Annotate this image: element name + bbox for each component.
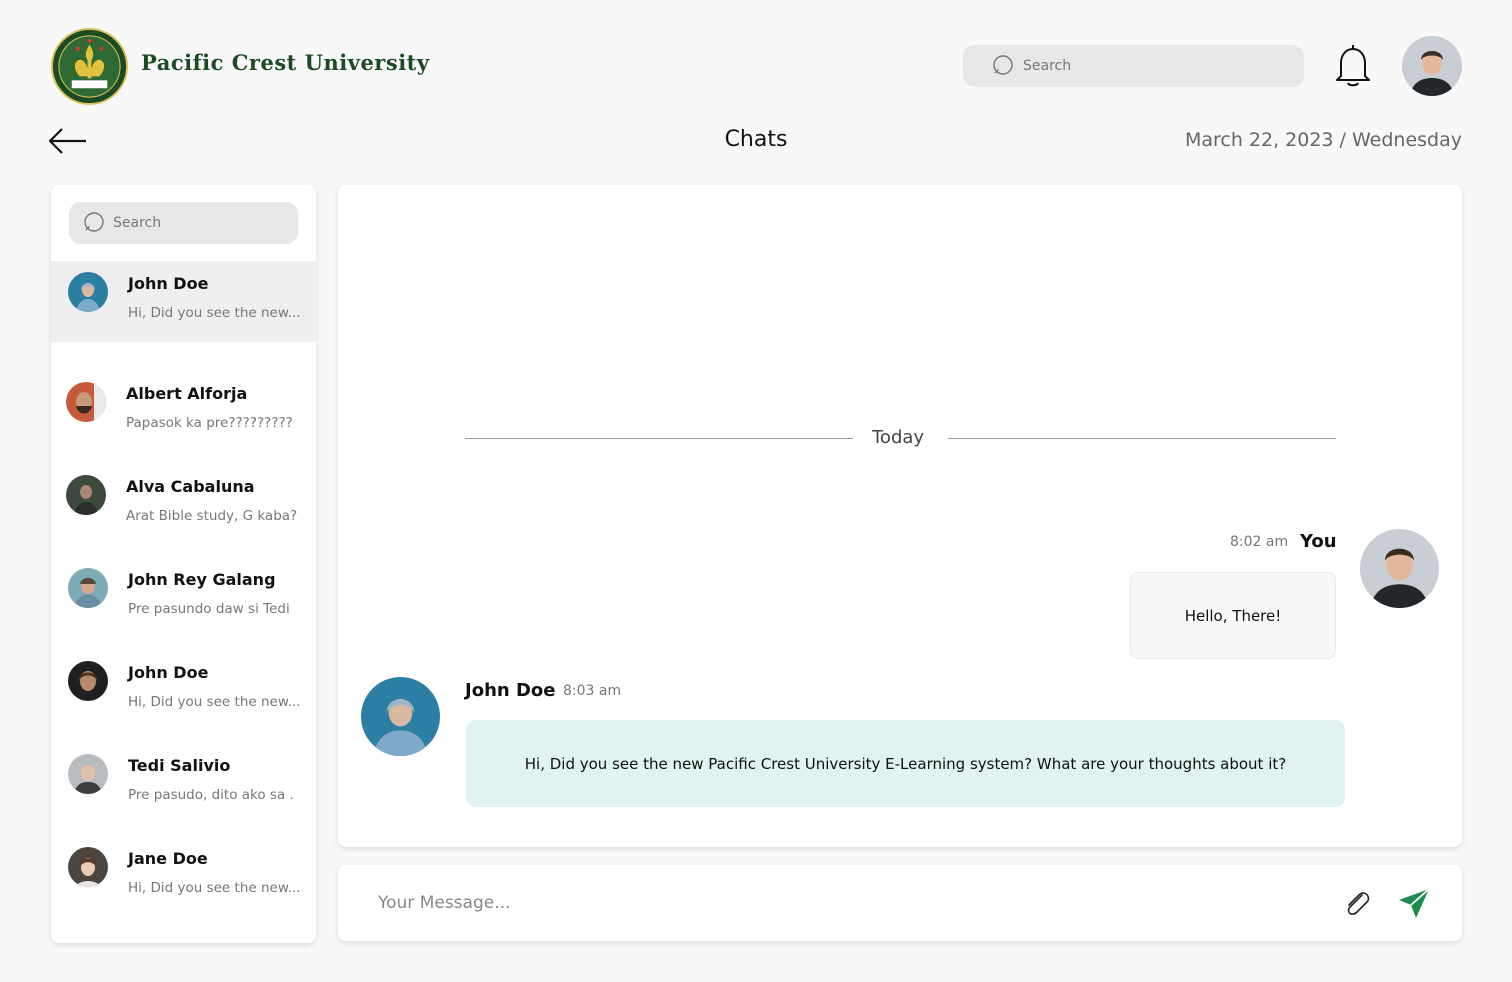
chat-contact-name: Albert Alforja [126,384,248,403]
chat-list-item[interactable]: John Doe Hi, Did you see the new... [51,261,316,342]
chat-preview-text: Hi, Did you see the new... [128,694,301,710]
chat-list-item[interactable]: Alva Cabaluna Arat Bible study, G kaba? [51,464,316,545]
avatar [68,272,108,312]
chat-preview-text: Hi, Did you see the new... [128,305,301,321]
divider-right [948,438,1336,439]
notification-button[interactable] [1333,43,1373,89]
current-date: March 22, 2023 / Wednesday [1184,129,1462,151]
send-icon [1399,888,1430,918]
day-separator-label: Today [872,427,925,448]
message-input[interactable] [378,883,1278,923]
university-crest-logo [50,27,129,106]
message-sender: John Doe [465,680,556,701]
send-button[interactable] [1396,886,1432,922]
chat-preview-text: Pre pasundo daw si Tedi [128,601,290,617]
chat-list-item[interactable]: John Rey Galang Pre pasundo daw si Tedi [51,557,316,638]
chat-preview-text: Pre pasudo, dito ako sa . [128,787,294,803]
avatar [66,382,106,422]
chat-list-item[interactable]: Jane Doe Hi, Did you see the new... [51,836,316,917]
chat-list-sidebar: Search John Doe Hi, Did you see the new.… [51,185,316,943]
avatar [68,754,108,794]
avatar [68,661,108,701]
search-icon [993,55,1013,75]
avatar [361,677,440,756]
message-composer [338,865,1462,941]
chat-contact-name: Tedi Salivio [128,756,231,775]
chat-list-item[interactable]: Tedi Salivio Pre pasudo, dito ako sa . [51,743,316,824]
chat-preview-text: Papasok ka pre????????? [126,415,293,431]
university-logo[interactable] [50,27,129,106]
avatar [68,847,108,887]
incoming-message-bubble: Hi, Did you see the new Pacific Crest Un… [466,720,1345,807]
chat-contact-name: John Doe [128,663,209,682]
bell-icon [1336,45,1370,87]
avatar [1402,36,1462,96]
outgoing-message-bubble: Hello, There! [1130,572,1336,659]
brand-name: Pacific Crest University [141,50,430,75]
header-search-placeholder: Search [1023,58,1072,74]
message-timestamp: 8:03 am [563,683,622,699]
profile-avatar[interactable] [1402,36,1462,96]
chat-contact-name: John Rey Galang [128,570,276,589]
chat-list-item[interactable]: Albert Alforja Papasok ka pre????????? [51,371,316,452]
chat-list-item[interactable]: John Doe Hi, Did you see the new... [51,650,316,731]
header-search-input[interactable]: Search [963,45,1304,87]
attach-button[interactable] [1340,887,1374,921]
chat-search-placeholder: Search [113,215,162,231]
chat-preview-text: Hi, Did you see the new... [128,880,301,896]
chat-search-input[interactable]: Search [69,202,298,244]
search-icon [84,212,104,232]
chat-contact-name: John Doe [128,274,209,293]
message-timestamp: 8:02 am [1230,534,1289,550]
avatar [68,568,108,608]
chat-preview-text: Arat Bible study, G kaba? [126,508,298,524]
message-sender: You [1300,531,1337,552]
divider-left [465,438,853,439]
chat-contact-name: Jane Doe [128,849,208,868]
conversation-panel: Today 8:02 am You Hello, There! John Doe… [338,185,1462,847]
paperclip-icon [1347,892,1370,915]
avatar [1360,529,1439,608]
chat-contact-name: Alva Cabaluna [126,477,255,496]
avatar [66,475,106,515]
